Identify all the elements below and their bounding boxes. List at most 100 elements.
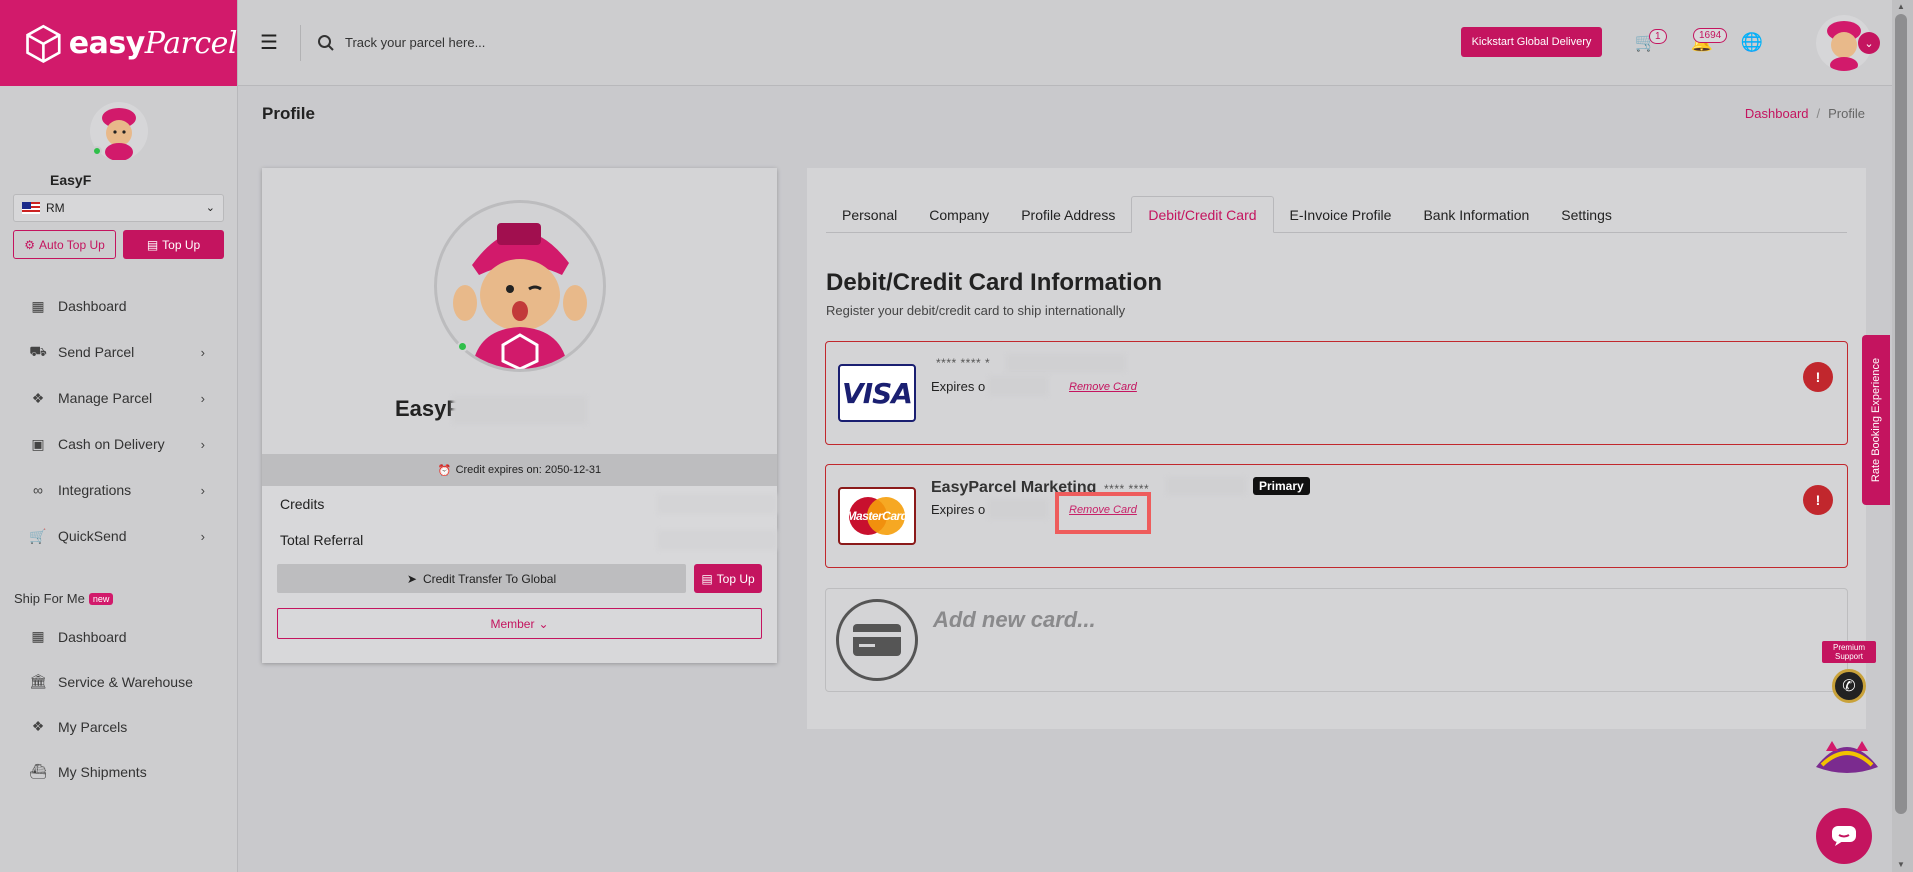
redacted-name (452, 396, 587, 424)
chevron-right-icon: › (200, 390, 205, 406)
wallet-value: RM (46, 201, 65, 215)
tab-e-invoice-profile[interactable]: E-Invoice Profile (1274, 196, 1408, 233)
divider (300, 24, 301, 61)
notification-count-badge: 1694 (1693, 28, 1728, 43)
scroll-up-arrow-icon[interactable]: ▲ (1897, 2, 1905, 11)
credit-transfer-button[interactable]: ➤ Credit Transfer To Global (277, 564, 686, 593)
sidebar-item-my-parcels[interactable]: ❖ My Parcels (0, 704, 237, 749)
topup-label: Top Up (716, 571, 755, 586)
profile-card: EasyF ⏰ Credit expires on: 2050-12-31 Cr… (262, 168, 777, 663)
auto-topup-label: Auto Top Up (38, 237, 105, 252)
tab-settings[interactable]: Settings (1545, 196, 1628, 233)
primary-badge: Primary (1253, 477, 1310, 495)
cart-count-badge: 1 (1649, 29, 1667, 44)
tab-bank-information[interactable]: Bank Information (1407, 196, 1545, 233)
sidebar-item-cash-on-delivery[interactable]: ▣ Cash on Delivery › (0, 421, 237, 467)
sidebar: easyParcel EasyF RM ⌄ ⚙ Auto Top Up ▤ To… (0, 0, 238, 872)
member-dropdown-button[interactable]: Member ⌄ (277, 608, 762, 639)
chevron-down-icon: ⌄ (205, 202, 215, 214)
brand-logo[interactable]: easyParcel (0, 0, 238, 86)
scroll-down-arrow-icon[interactable]: ▼ (1897, 860, 1905, 869)
redacted-card-number (1006, 354, 1126, 372)
credits-row: Credits (262, 486, 777, 522)
section-subtitle: Register your debit/credit card to ship … (826, 303, 1126, 318)
mystery-box-promo-icon[interactable] (1812, 737, 1882, 777)
card-expiry: Expires o (931, 379, 986, 394)
referral-row: Total Referral (262, 522, 777, 558)
sidebar-item-label: Send Parcel (58, 344, 135, 360)
profile-actions: ➤ Credit Transfer To Global ▤ Top Up (262, 558, 777, 593)
redacted-expiry (988, 499, 1048, 519)
ship-for-me-nav: ▦ Dashboard 🏛 Service & Warehouse ❖ My P… (0, 614, 237, 794)
chevron-right-icon: › (200, 436, 205, 452)
scrollbar-thumb[interactable] (1895, 14, 1907, 814)
sidebar-item-label: QuickSend (58, 528, 127, 544)
track-parcel-search-input[interactable] (345, 35, 945, 50)
breadcrumb-current: Profile (1828, 106, 1865, 121)
sidebar-item-label: Integrations (58, 482, 132, 498)
card-glyph-icon (853, 624, 901, 656)
warning-icon[interactable]: ! (1803, 362, 1833, 392)
add-new-card[interactable]: Add new card... (825, 588, 1848, 692)
truck-icon: ⛟ (29, 342, 47, 359)
topup-button[interactable]: ▤ Top Up (123, 230, 224, 259)
chat-bubble-icon (1832, 826, 1856, 846)
sidebar-item-quicksend[interactable]: 🛒 QuickSend › (0, 513, 237, 559)
remove-card-link[interactable]: Remove Card (1069, 381, 1137, 393)
kickstart-global-delivery-button[interactable]: Kickstart Global Delivery (1461, 27, 1602, 57)
hamburger-menu-icon[interactable]: ☰ (260, 30, 282, 55)
chat-button[interactable] (1816, 808, 1872, 864)
ship-for-me-heading: Ship For Me new (0, 591, 237, 606)
link-icon: ∞ (33, 482, 43, 498)
credits-label: Credits (280, 496, 325, 512)
avatar[interactable] (89, 102, 148, 161)
tab-debit-credit-card[interactable]: Debit/Credit Card (1131, 196, 1274, 233)
mastercard-logo-icon: MasterCard (838, 487, 916, 545)
dashboard-icon: ▦ (31, 628, 45, 644)
sidebar-item-service-warehouse[interactable]: 🏛 Service & Warehouse (0, 659, 237, 704)
auto-topup-button[interactable]: ⚙ Auto Top Up (13, 230, 116, 259)
chevron-right-icon: › (200, 482, 205, 498)
profile-header: EasyF (262, 168, 777, 454)
wallet-currency-select[interactable]: RM ⌄ (13, 194, 224, 222)
language-globe-button[interactable]: 🌐 (1740, 30, 1764, 54)
dashboard-icon: ▦ (31, 297, 45, 314)
profile-topup-button[interactable]: ▤ Top Up (694, 564, 762, 593)
logo-text: easyParcel (68, 25, 238, 61)
user-block: EasyF (0, 86, 237, 188)
sidebar-item-my-shipments[interactable]: ⛴ My Shipments (0, 749, 237, 794)
sidebar-item-send-parcel[interactable]: ⛟ Send Parcel › (0, 329, 237, 375)
credit-expiry-bar: ⏰ Credit expires on: 2050-12-31 (262, 454, 777, 486)
premium-support-widget[interactable]: Premium Support ✆ (1822, 641, 1876, 711)
redacted-expiry (988, 376, 1048, 396)
breadcrumb-dashboard-link[interactable]: Dashboard (1745, 106, 1809, 121)
sidebar-item-dashboard[interactable]: ▦ Dashboard (0, 283, 237, 329)
sidebar-item-label: Cash on Delivery (58, 436, 165, 452)
card-item-visa: VISA **** **** * Expires o Remove Card ! (825, 341, 1848, 445)
wallet-icon: ▤ (146, 237, 159, 252)
warning-icon[interactable]: ! (1803, 485, 1833, 515)
topup-label: Top Up (162, 237, 201, 252)
topbar: ☰ Kickstart Global Delivery 🛒 1 🔔 1694 🌐… (238, 0, 1892, 86)
profile-tabs: Personal Company Profile Address Debit/C… (826, 196, 1847, 233)
highlight-box (1055, 492, 1151, 534)
online-status-dot (457, 341, 468, 352)
tab-company[interactable]: Company (913, 196, 1005, 233)
online-status-dot (91, 146, 102, 156)
tab-personal[interactable]: Personal (826, 196, 913, 233)
tab-profile-address[interactable]: Profile Address (1005, 196, 1131, 233)
chevron-down-icon[interactable]: ⌄ (1858, 32, 1880, 54)
redacted-referral-value (657, 530, 777, 550)
visa-logo-icon: VISA (838, 364, 916, 422)
card-number: **** **** * (936, 356, 991, 370)
visa-brand-text: VISA (842, 376, 913, 410)
sidebar-item-manage-parcel[interactable]: ❖ Manage Parcel › (0, 375, 237, 421)
rate-booking-experience-tab[interactable]: Rate Booking Experience (1862, 335, 1890, 505)
sidebar-item-integrations[interactable]: ∞ Integrations › (0, 467, 237, 513)
cart-icon: 🛒 (29, 527, 47, 544)
rate-tab-label: Rate Booking Experience (1870, 357, 1883, 483)
member-label: Member (490, 616, 535, 631)
sidebar-item-label: My Parcels (58, 718, 128, 735)
sidebar-item-sfm-dashboard[interactable]: ▦ Dashboard (0, 614, 237, 659)
section-title-label: Ship For Me (14, 591, 85, 606)
